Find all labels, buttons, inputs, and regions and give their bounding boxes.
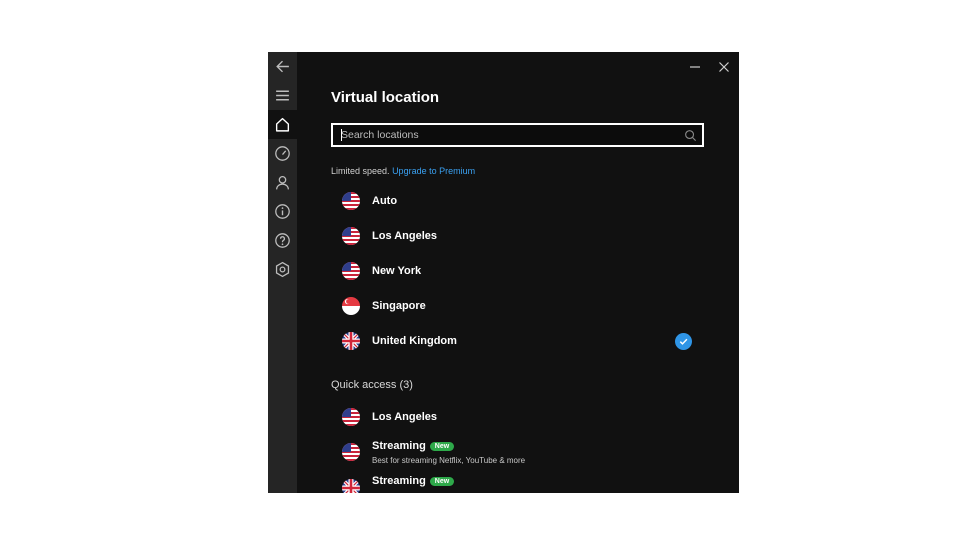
menu-button[interactable] [268,81,297,110]
quick-access-label: Streaming [372,440,426,452]
us-flag-icon [342,192,360,210]
quick-access-label: Los Angeles [372,411,437,423]
quick-access-item-streaming-uk[interactable]: Streaming New [331,471,704,493]
us-flag-icon [342,262,360,280]
quick-access-title: Streaming New [372,475,455,487]
minimize-button[interactable] [684,58,706,76]
help-icon [275,233,290,248]
location-item-singapore[interactable]: Singapore [331,290,704,323]
menu-icon [276,90,289,101]
location-item-auto[interactable]: Auto [331,185,704,218]
page-title: Virtual location [331,89,440,106]
back-arrow-icon [276,60,289,73]
app-window: Virtual location Limited speed. Upgrade … [268,52,739,493]
text-caret [341,129,342,141]
quick-access-label: Streaming [372,475,426,487]
minimize-icon [690,66,700,68]
close-button[interactable] [713,58,735,76]
location-label: Auto [372,195,398,207]
location-label: New York [372,265,422,277]
location-item-los-angeles[interactable]: Los Angeles [331,220,704,253]
location-label: United Kingdom [372,335,457,347]
search-icon [685,130,697,142]
new-badge: New [429,477,455,486]
quick-access-item-los-angeles[interactable]: Los Angeles [331,401,704,434]
settings-icon [275,261,290,278]
us-flag-icon [342,227,360,245]
location-item-united-kingdom[interactable]: United Kingdom [331,325,704,358]
quick-access-subtitle: Best for streaming Netflix, YouTube & mo… [372,456,526,465]
selected-check-icon [675,333,692,350]
upgrade-link[interactable]: Upgrade to Premium [392,166,475,176]
nav-home-button[interactable] [268,110,297,139]
new-badge: New [429,442,455,451]
home-icon [275,117,290,132]
speed-notice: Limited speed. Upgrade to Premium [331,166,475,176]
us-flag-icon [342,408,360,426]
nav-account-button[interactable] [268,168,297,197]
uk-flag-icon [342,479,360,493]
quick-access-title: Streaming New [372,440,455,452]
nav-info-button[interactable] [268,197,297,226]
us-flag-icon [342,443,360,461]
back-button[interactable] [268,52,297,81]
singapore-flag-icon [342,297,360,315]
nav-speed-button[interactable] [268,139,297,168]
nav-settings-button[interactable] [268,255,297,284]
speedometer-icon [275,146,290,161]
notice-text: Limited speed. [331,166,390,176]
nav-help-button[interactable] [268,226,297,255]
close-icon [719,62,729,72]
account-icon [276,176,289,190]
info-icon [275,204,290,219]
search-input[interactable] [341,127,671,143]
nav-rail [268,52,297,493]
location-label: Singapore [372,300,426,312]
search-box[interactable] [331,123,704,147]
uk-flag-icon [342,332,360,350]
location-item-new-york[interactable]: New York [331,255,704,288]
quick-access-heading: Quick access (3) [331,379,413,391]
quick-access-item-streaming-us[interactable]: Streaming New Best for streaming Netflix,… [331,436,704,472]
location-label: Los Angeles [372,230,437,242]
